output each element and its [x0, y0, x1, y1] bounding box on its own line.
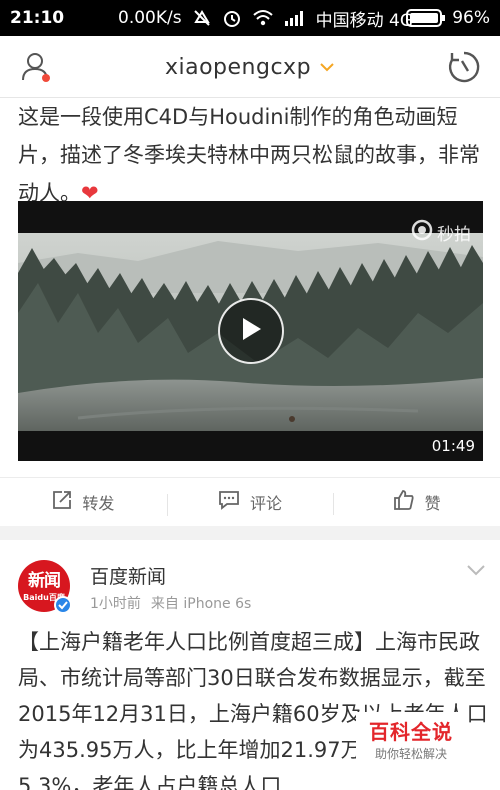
- miaopai-icon: [411, 219, 433, 246]
- user-icon: [18, 53, 54, 89]
- wifi-icon: [252, 9, 274, 27]
- status-bar: 21:10 0.00K/s 中国移动 4G 96%: [0, 0, 500, 36]
- video-player[interactable]: 秒拍 01:49: [18, 201, 483, 461]
- clock-icon: [446, 51, 482, 89]
- watermark-main: 百科全说: [369, 720, 453, 744]
- carrier-label: 中国移动 4G: [315, 10, 413, 31]
- network-speed: 0.00K/s: [118, 8, 182, 28]
- signal-icon: [284, 10, 306, 26]
- site-watermark: 百科全说 助你轻松解决: [356, 712, 466, 768]
- chevron-down-icon: [319, 59, 335, 75]
- battery-percent: 96%: [452, 8, 490, 28]
- app-header: xiaopengcxp: [0, 36, 500, 98]
- video-watermark: 秒拍: [411, 219, 471, 246]
- repost-label: 转发: [82, 493, 115, 513]
- status-time: 21:10: [10, 8, 65, 28]
- post-meta: 1小时前 来自 iPhone 6s: [90, 593, 251, 613]
- post-text: 这是一段使用C4D与Houdini制作的角色动画短片，描述了冬季埃夫特林中两只松…: [18, 98, 488, 212]
- post-source: 来自 iPhone 6s: [150, 596, 252, 612]
- share-icon: [52, 490, 72, 514]
- post-time: 1小时前: [90, 596, 141, 612]
- mute-icon: [192, 8, 212, 28]
- repost-button[interactable]: 转发: [0, 490, 167, 514]
- post-actions: 转发 评论 赞: [0, 477, 500, 525]
- author-name[interactable]: 百度新闻: [90, 562, 166, 589]
- comment-icon: [218, 490, 240, 514]
- avatar-text: 新闻: [28, 571, 61, 591]
- history-button[interactable]: [446, 49, 482, 85]
- alarm-icon: [222, 8, 242, 28]
- comment-button[interactable]: 评论: [166, 490, 334, 516]
- like-button[interactable]: 赞: [333, 489, 500, 515]
- thumbs-up-icon: [393, 489, 415, 515]
- play-button[interactable]: [218, 298, 284, 364]
- more-options-button[interactable]: [466, 562, 486, 578]
- watermark-text: 秒拍: [437, 225, 471, 245]
- like-label: 赞: [424, 493, 441, 513]
- play-icon: [239, 316, 263, 346]
- page-title: xiaopengcxp: [164, 54, 312, 80]
- profile-button[interactable]: [18, 49, 54, 85]
- watermark-sub: 助你轻松解决: [374, 747, 447, 761]
- verified-badge-icon: [54, 596, 72, 614]
- account-switcher[interactable]: xiaopengcxp: [0, 36, 500, 98]
- comment-label: 评论: [250, 493, 283, 513]
- video-duration: 01:49: [431, 437, 475, 455]
- post-card[interactable]: 这是一段使用C4D与Houdini制作的角色动画短片，描述了冬季埃夫特林中两只松…: [0, 98, 500, 526]
